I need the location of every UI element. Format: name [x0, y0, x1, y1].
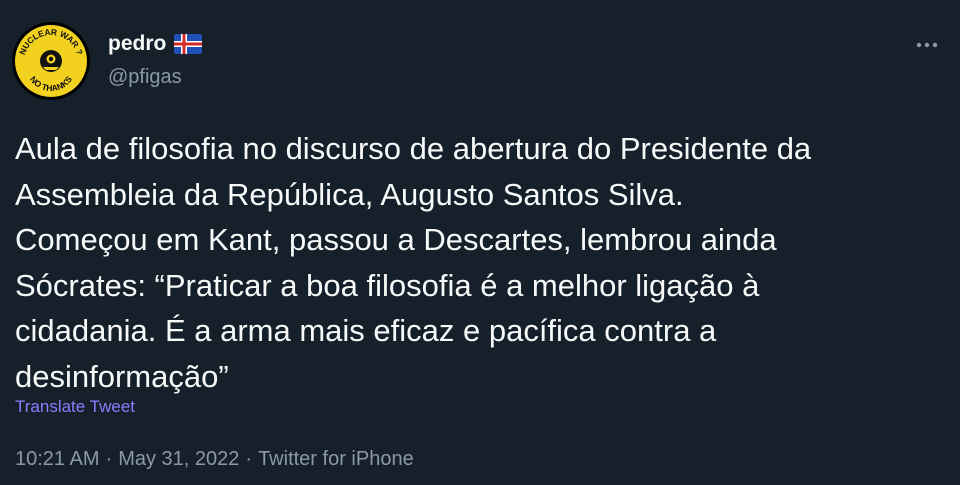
more-options-button[interactable]	[912, 30, 942, 60]
tweet-source[interactable]: Twitter for iPhone	[258, 448, 414, 471]
nuclear-war-no-thanks-badge-icon: NUCLEAR WAR ? NO THANKS	[12, 22, 90, 100]
avatar[interactable]: NUCLEAR WAR ? NO THANKS	[12, 22, 90, 100]
tweet-detail: NUCLEAR WAR ? NO THANKS pedro @pfigas Au…	[0, 0, 960, 485]
tweet-time[interactable]: 10:21 AM	[15, 448, 100, 471]
tweet-date[interactable]: May 31, 2022	[118, 448, 239, 471]
author-name-row[interactable]: pedro	[108, 32, 203, 56]
separator: ·	[105, 448, 113, 470]
display-name[interactable]: pedro	[108, 32, 166, 56]
iceland-flag-icon	[174, 34, 203, 54]
separator: ·	[245, 448, 253, 470]
tweet-text: Aula de filosofia no discurso de abertur…	[15, 131, 812, 394]
tweet-metadata: 10:21 AM · May 31, 2022 · Twitter for iP…	[15, 448, 414, 471]
user-handle[interactable]: @pfigas	[108, 65, 182, 89]
more-horizontal-icon	[916, 42, 938, 48]
translate-tweet-link[interactable]: Translate Tweet	[15, 397, 135, 417]
